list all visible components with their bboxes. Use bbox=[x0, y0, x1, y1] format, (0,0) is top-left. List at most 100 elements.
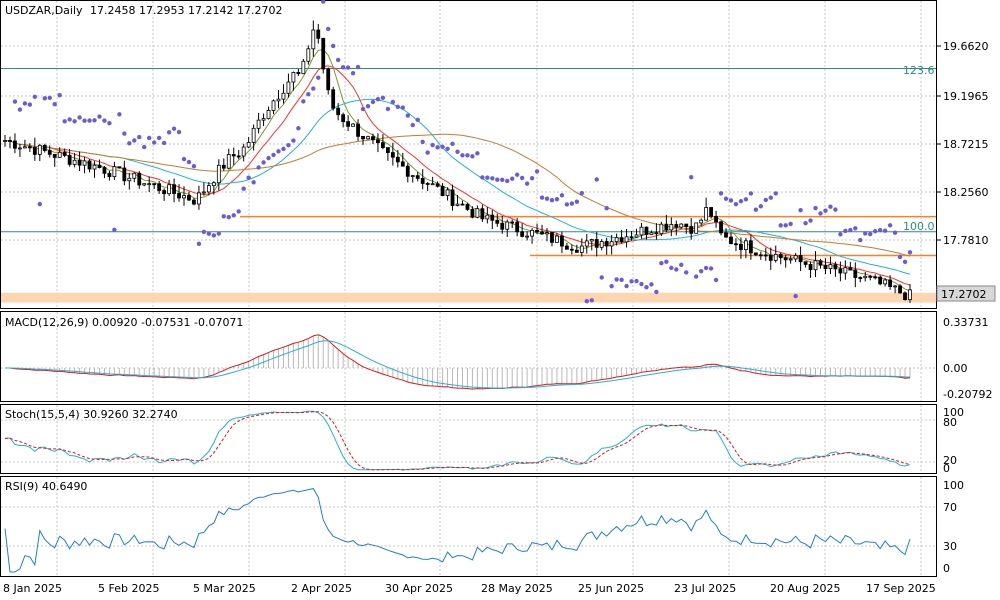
candle-body bbox=[624, 236, 629, 243]
candle-body bbox=[18, 147, 22, 150]
chart-canvas: USDZAR,Daily 17.2458 17.2953 17.2142 17.… bbox=[0, 0, 996, 595]
candle-body bbox=[818, 260, 823, 266]
sar-dot bbox=[97, 114, 102, 119]
candle bbox=[719, 220, 723, 236]
x-label-1: 5 Feb 2025 bbox=[98, 582, 159, 595]
candle-body bbox=[654, 232, 659, 235]
sar-dot bbox=[897, 254, 903, 260]
candle-body bbox=[226, 154, 231, 169]
candle-body bbox=[768, 254, 773, 261]
candle-body bbox=[246, 142, 251, 148]
sar-dot bbox=[306, 91, 311, 97]
sar-dot bbox=[698, 268, 704, 274]
candle-body bbox=[540, 231, 544, 235]
candle bbox=[117, 166, 122, 169]
candle-body bbox=[848, 267, 853, 271]
sar-dot bbox=[569, 201, 575, 206]
candle-body bbox=[520, 231, 525, 237]
candle-body bbox=[236, 155, 241, 158]
candle-body bbox=[216, 164, 221, 184]
rsi-tick-100: 100 bbox=[943, 479, 964, 492]
candle-body bbox=[475, 208, 480, 218]
candle-body bbox=[873, 276, 878, 279]
sar-dot bbox=[664, 259, 669, 264]
sar-dot bbox=[838, 232, 843, 237]
x-label-8: 20 Aug 2025 bbox=[770, 582, 840, 595]
candle-body bbox=[152, 183, 157, 186]
sar-dot bbox=[112, 227, 117, 232]
candle-body bbox=[127, 177, 132, 182]
candle-body bbox=[888, 279, 893, 287]
sar-dot bbox=[400, 105, 406, 110]
sar-dot bbox=[37, 201, 43, 207]
candle-body bbox=[719, 221, 723, 234]
candle-body bbox=[838, 268, 843, 274]
candle-body bbox=[301, 60, 306, 75]
candle-body bbox=[410, 175, 415, 178]
sar-dot bbox=[296, 126, 301, 131]
y-tick-2: 18.7215 bbox=[943, 138, 989, 151]
candle-body bbox=[147, 183, 152, 186]
sar-dot bbox=[102, 118, 107, 123]
candle-body bbox=[276, 98, 281, 102]
sar-dot bbox=[788, 221, 793, 227]
candle-body bbox=[420, 177, 425, 184]
sar-dot bbox=[276, 149, 281, 154]
sar-dot bbox=[798, 207, 803, 213]
sar-dot bbox=[564, 202, 570, 207]
candle-body bbox=[813, 260, 818, 271]
candle-body bbox=[639, 226, 644, 236]
candle-body bbox=[783, 257, 788, 261]
candle-body bbox=[619, 237, 624, 243]
sar-dot bbox=[693, 274, 699, 279]
candle-body bbox=[192, 199, 196, 205]
candle-body bbox=[177, 193, 181, 199]
sar-dot bbox=[853, 226, 858, 231]
candle-body bbox=[863, 275, 868, 279]
sar-dot bbox=[549, 197, 555, 203]
sar-dot bbox=[639, 281, 644, 287]
sar-dot bbox=[132, 138, 137, 143]
sar-dot bbox=[261, 160, 266, 165]
sar-dot bbox=[355, 64, 361, 70]
candle-body bbox=[72, 159, 77, 165]
sar-dot bbox=[644, 284, 649, 290]
sar-dot bbox=[281, 146, 286, 152]
candle-body bbox=[510, 221, 515, 224]
sar-dot bbox=[435, 145, 440, 150]
sar-dot bbox=[221, 214, 226, 219]
candle-body bbox=[669, 224, 674, 231]
candle-body bbox=[485, 214, 490, 220]
candle-body bbox=[351, 123, 355, 127]
candle-body bbox=[798, 255, 803, 263]
sar-dot bbox=[519, 175, 525, 181]
sar-dot bbox=[684, 270, 689, 275]
sar-dot bbox=[887, 223, 893, 228]
rsi-tick-0: 0 bbox=[943, 562, 950, 575]
candle-body bbox=[545, 232, 549, 235]
candle-body bbox=[739, 243, 743, 251]
candle-body bbox=[843, 267, 848, 274]
sar-dot bbox=[460, 153, 465, 158]
candle-body bbox=[833, 264, 838, 270]
sar-dot bbox=[415, 117, 420, 123]
candle-body bbox=[405, 165, 410, 177]
candle-body bbox=[67, 154, 72, 165]
sar-dot bbox=[614, 277, 619, 282]
sar-dot bbox=[291, 138, 296, 143]
candle-body bbox=[107, 172, 112, 178]
candle-body bbox=[172, 184, 176, 194]
sar-dot bbox=[87, 118, 92, 123]
sar-dot bbox=[594, 177, 599, 182]
macd-tick-1: 0.00 bbox=[943, 362, 968, 375]
sar-dot bbox=[868, 231, 873, 237]
sar-dot bbox=[465, 153, 470, 158]
candle bbox=[331, 86, 336, 111]
candle-body bbox=[117, 166, 122, 169]
sar-dot bbox=[713, 277, 719, 283]
sar-dot bbox=[803, 220, 808, 226]
candle-body bbox=[390, 152, 395, 158]
sar-dot bbox=[505, 178, 510, 184]
sar-dot bbox=[584, 299, 589, 304]
candle bbox=[903, 291, 907, 301]
